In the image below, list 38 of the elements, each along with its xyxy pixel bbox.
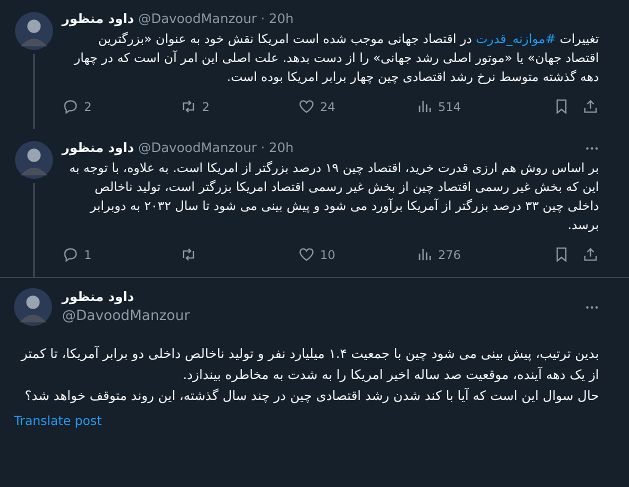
reply-icon[interactable] [62,98,79,115]
avatar[interactable] [14,288,52,326]
reply-count: 1 [84,248,92,262]
like-count: 24 [320,100,336,114]
hashtag-link[interactable]: #موازنه_قدرت [476,31,556,46]
heart-icon[interactable] [298,98,315,115]
repost-count: 2 [202,100,210,114]
post-time[interactable]: 20h [268,141,294,156]
repost-icon[interactable] [180,246,197,263]
more-icon[interactable] [585,146,599,151]
author-name[interactable]: داود منظور [62,141,134,156]
share-icon[interactable] [582,246,599,263]
post-text: بر اساس روش هم ارزی قدرت خرید، اقتصاد چین ۱۹ درصد بزرگتر از امریکا است. به علاوه، با توجه به این که بخش غیر رسمی اقتصاد چین از بخش غیر رسمی اقتصاد امریکا بزرگتر است، تولید ناخالص داخلی چین ۳۳ درصد بزرگتر از آمریکا برآورد می شود و پیش بینی می شود تا سال ۲۰۳۲ به دوبرابر برسد. [68,159,599,234]
translate-link[interactable]: Translate post [14,413,102,428]
post-text: حال سوال این است که آیا با کند شدن رشد اقتصادی چین در چند سال گذشته، این روند متوقف خواهد شد؟ [24,387,599,406]
post-text: تغییرات #موازنه_قدرت در اقتصاد جهانی موجب شده است امریکا نقش خود به عنوان «بزرگترین اقتصاد جهان» یا «موتور اصلی رشد جهانی» را از دست بدهد. علت اصلی این امر آن است که در چهار دهه گذشته متوسط نرخ رشد اقتصادی چین چهار برابر امریکا بوده است. [72,30,599,86]
avatar[interactable] [15,141,53,179]
repost-icon[interactable] [180,98,197,115]
post-time[interactable]: 20h [268,12,294,27]
author-handle[interactable]: @DavoodManzour [138,12,257,27]
views-icon[interactable] [416,98,433,115]
view-count: 514 [438,100,461,114]
more-icon[interactable] [585,304,599,310]
author-name[interactable]: داود منظور [62,290,190,305]
author-handle[interactable]: @DavoodManzour [62,308,190,324]
like-count: 10 [320,248,336,262]
separator: · [260,12,265,27]
author-name[interactable]: داود منظور [62,12,134,27]
views-icon[interactable] [416,246,433,263]
view-count: 276 [438,248,461,262]
reply-icon[interactable] [62,246,79,263]
separator: · [260,141,265,156]
author-handle[interactable]: @DavoodManzour [138,141,257,156]
heart-icon[interactable] [298,246,315,263]
share-icon[interactable] [582,98,599,115]
avatar[interactable] [15,12,53,50]
reply-count: 2 [84,100,92,114]
post-text: بدین ترتیب، پیش بینی می شود چین با جمعیت ۱.۴ میلیارد نفر و تولید ناخالص داخلی دو برابر آمریکا، تا کمتر از یک دهه آینده، موقعیت صد ساله اخیر امریکا را به شدت به مخاطره بیندازد. [20,345,599,385]
